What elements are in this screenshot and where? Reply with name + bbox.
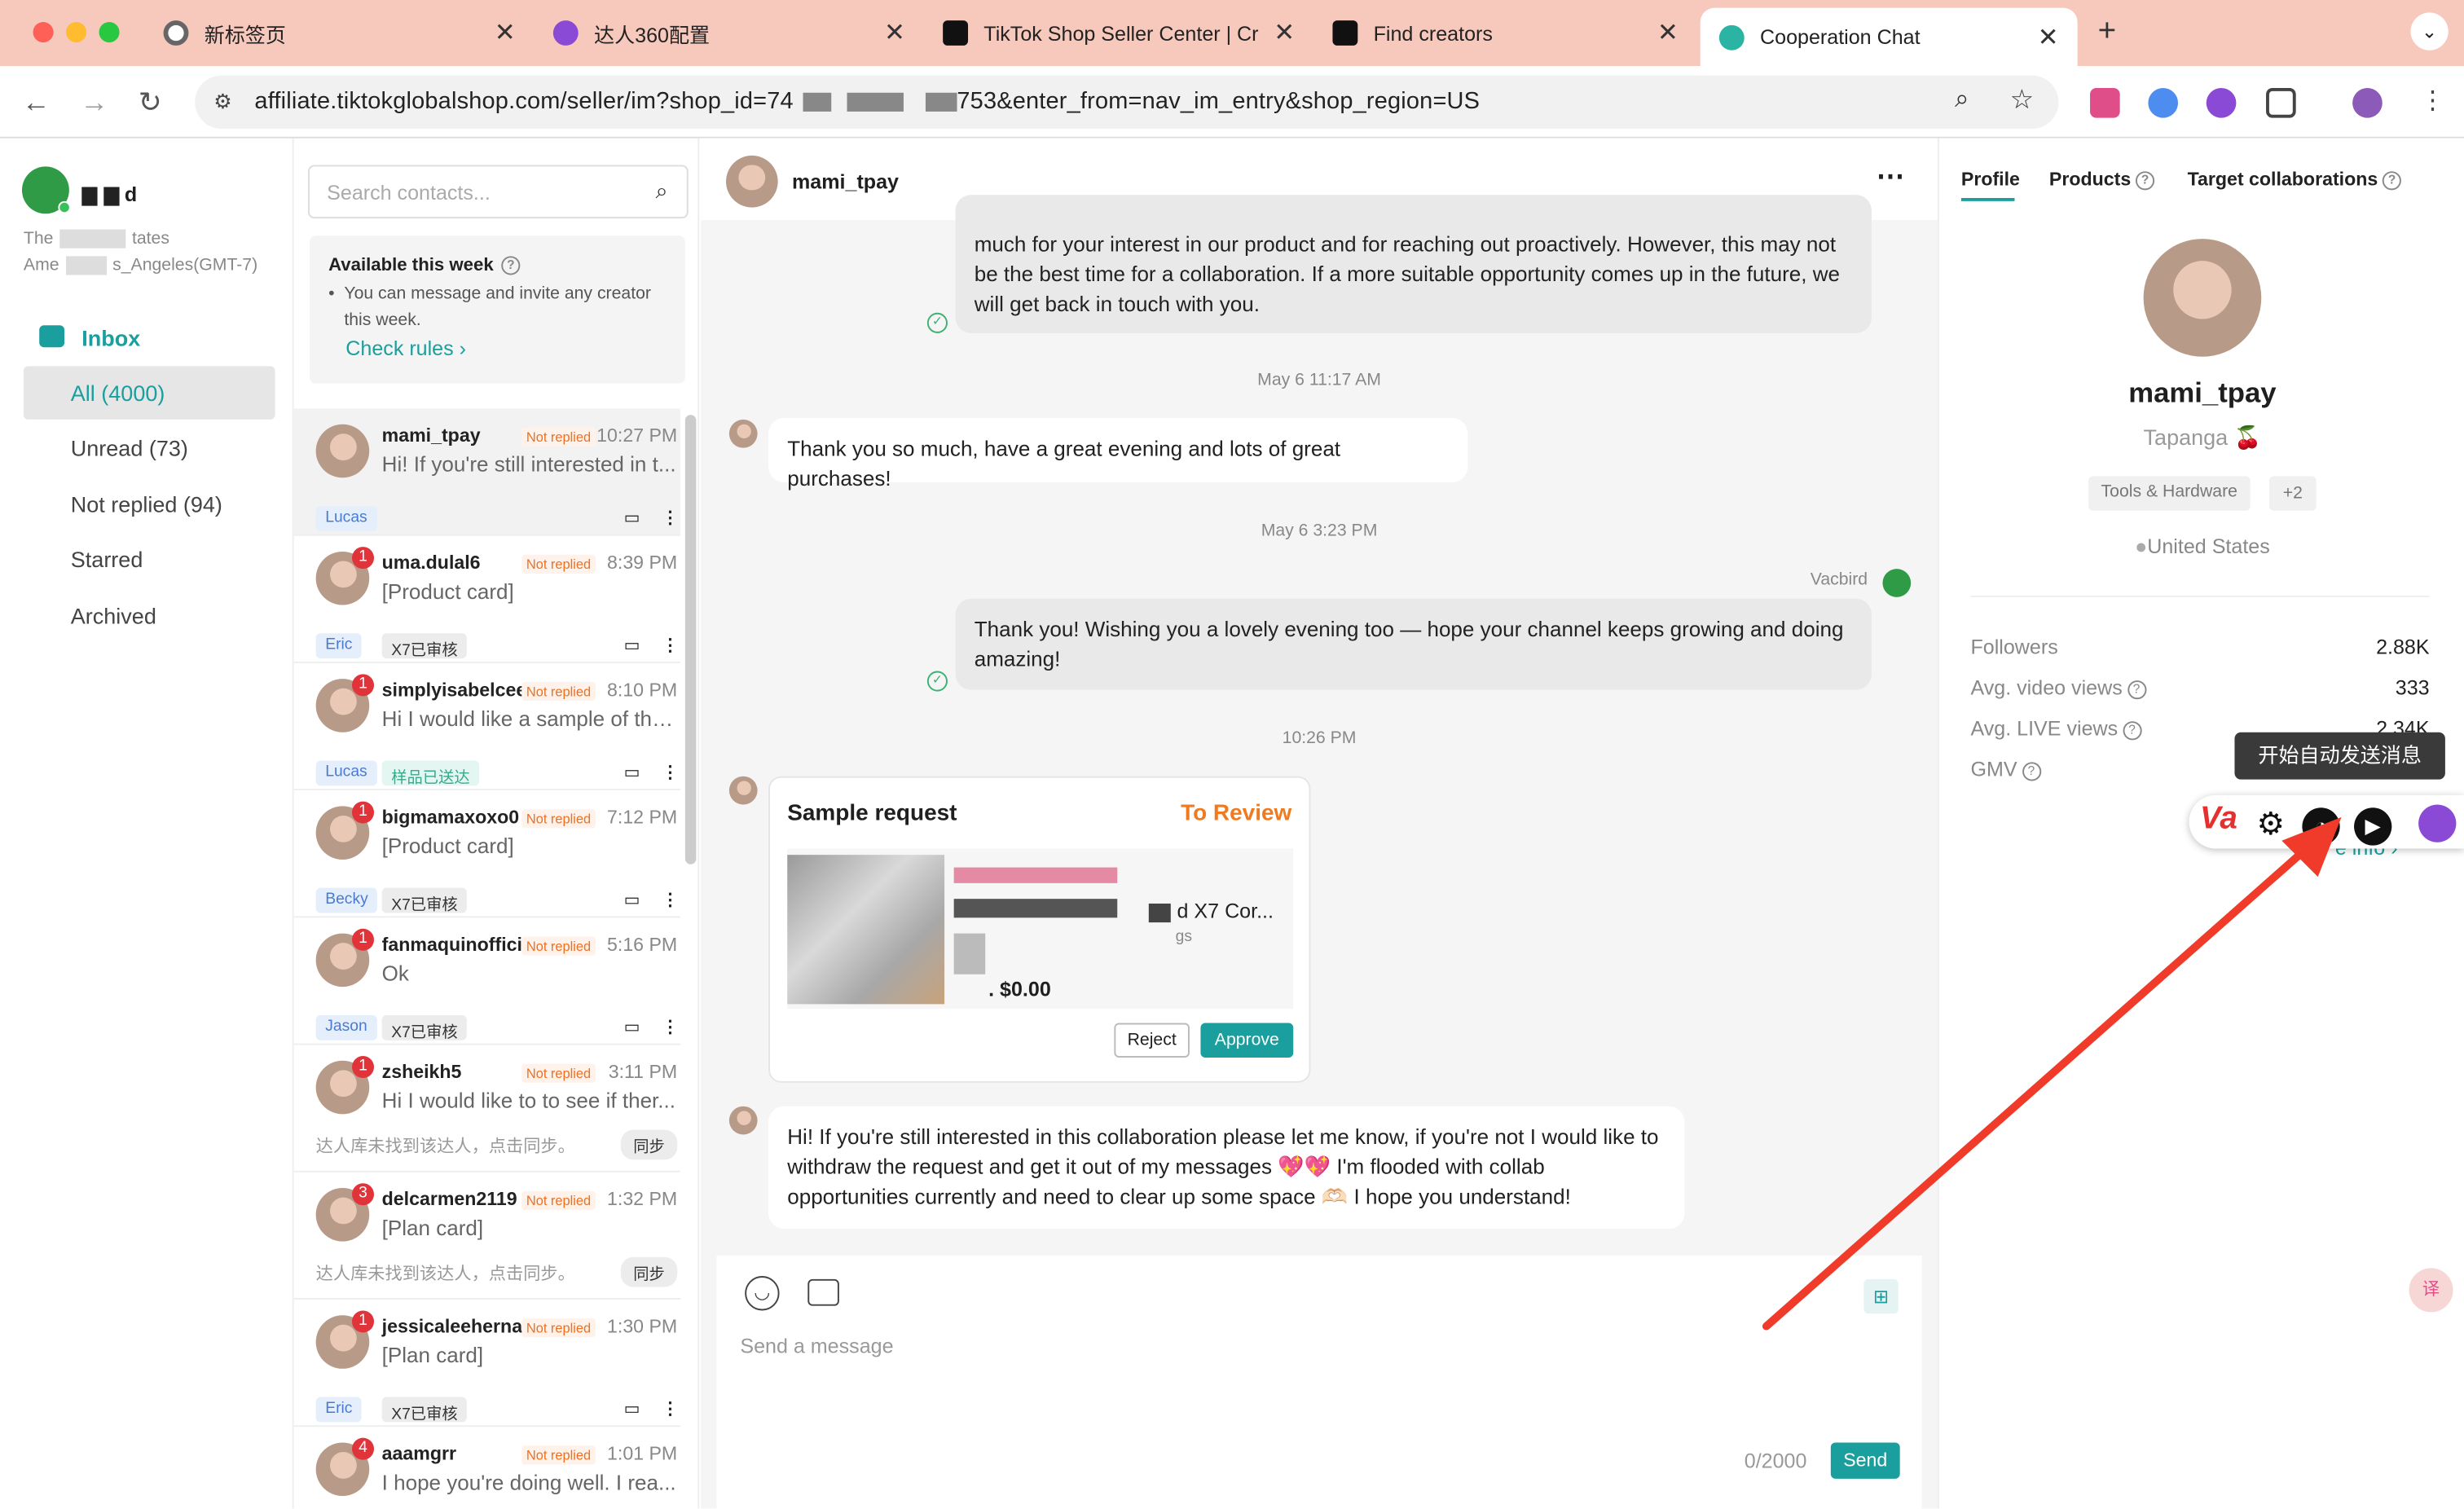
translate-float-icon[interactable]: 译 bbox=[2409, 1268, 2453, 1313]
arrow-head bbox=[2281, 816, 2342, 878]
annotation-arrow bbox=[1762, 816, 2342, 1331]
arrow-shaft bbox=[1762, 841, 2314, 1331]
